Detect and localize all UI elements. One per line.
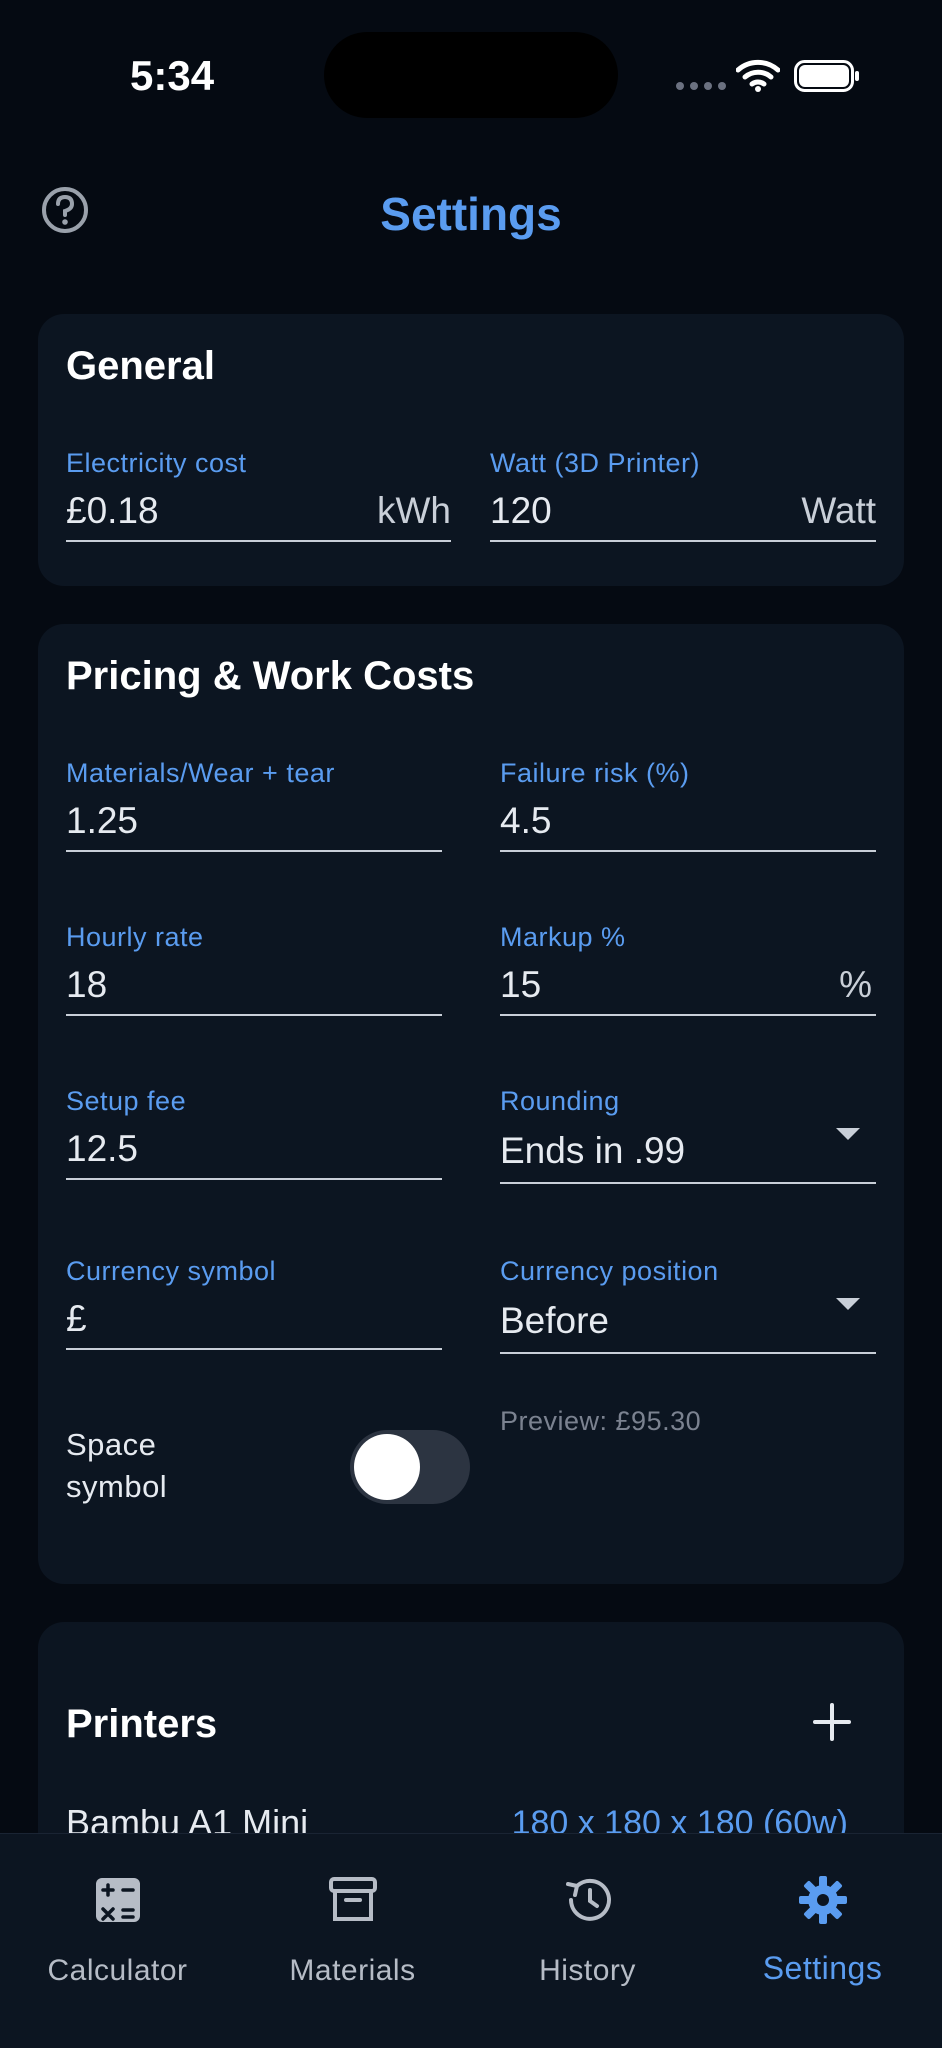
materials-label: Materials/Wear + tear	[66, 758, 335, 788]
hourly-rate-value: 18	[66, 964, 108, 1005]
header: Settings	[0, 175, 942, 245]
markup-suffix: %	[839, 964, 872, 1005]
setup-fee-field[interactable]: Setup fee 12.5	[66, 1086, 442, 1180]
materials-field[interactable]: Materials/Wear + tear 1.25	[66, 758, 442, 852]
chevron-down-icon	[836, 1128, 860, 1140]
watt-label: Watt (3D Printer)	[490, 448, 701, 478]
space-symbol-label-line2: symbol	[66, 1469, 168, 1504]
tab-history[interactable]: History	[470, 1854, 705, 1994]
cellular-signal-icon	[676, 82, 726, 90]
battery-icon	[794, 60, 859, 92]
space-symbol-toggle[interactable]	[350, 1430, 470, 1504]
watt-value: 120	[490, 490, 552, 531]
currency-symbol-label: Currency symbol	[66, 1256, 277, 1286]
archive-icon	[328, 1877, 377, 1921]
electricity-cost-value: £0.18	[66, 490, 159, 531]
space-symbol-label: Space symbol	[66, 1424, 167, 1508]
markup-label: Markup %	[500, 922, 626, 952]
tab-settings-label: Settings	[762, 1950, 883, 1986]
rounding-label: Rounding	[500, 1086, 620, 1116]
tab-bar: Calculator Materials History Settings	[0, 1833, 942, 2048]
status-time: 5:34	[130, 52, 215, 99]
failure-risk-value: 4.5	[500, 800, 552, 841]
electricity-cost-label: Electricity cost	[66, 448, 247, 478]
calculator-icon	[95, 1878, 140, 1922]
electricity-cost-field[interactable]: Electricity cost £0.18 kWh	[66, 448, 451, 542]
wifi-icon	[736, 59, 780, 92]
tab-settings[interactable]: Settings	[705, 1854, 940, 1994]
currency-position-label: Currency position	[500, 1256, 719, 1286]
currency-position-select[interactable]: Currency position Before	[500, 1256, 876, 1354]
printers-title: Printers	[66, 1702, 218, 1746]
materials-value: 1.25	[66, 800, 139, 841]
hourly-rate-field[interactable]: Hourly rate 18	[66, 922, 442, 1016]
add-printer-icon[interactable]	[812, 1702, 852, 1742]
page-title: Settings	[380, 188, 562, 240]
chevron-down-icon	[836, 1298, 860, 1310]
watt-field[interactable]: Watt (3D Printer) 120 Watt	[490, 448, 876, 542]
setup-fee-label: Setup fee	[66, 1086, 187, 1116]
general-title: General	[66, 344, 215, 388]
tab-materials-label: Materials	[289, 1954, 416, 1987]
currency-position-value: Before	[500, 1300, 610, 1341]
markup-value: 15	[500, 964, 542, 1005]
markup-field[interactable]: Markup % 15 %	[500, 922, 876, 1016]
rounding-select[interactable]: Rounding Ends in .99	[500, 1086, 876, 1184]
toggle-knob	[354, 1434, 420, 1500]
dynamic-island	[324, 32, 618, 118]
tab-calculator-label: Calculator	[47, 1954, 188, 1987]
tab-materials[interactable]: Materials	[235, 1854, 470, 1994]
rounding-value: Ends in .99	[500, 1130, 686, 1171]
tab-calculator[interactable]: Calculator	[0, 1854, 235, 1994]
pricing-card: Pricing & Work Costs Materials/Wear + te…	[38, 624, 904, 1584]
general-card: General Electricity cost £0.18 kWh Watt …	[38, 314, 904, 586]
gear-icon	[798, 1876, 847, 1924]
pricing-title: Pricing & Work Costs	[66, 654, 475, 698]
status-bar: 5:34	[0, 0, 942, 150]
currency-preview: Preview: £95.30	[500, 1406, 702, 1436]
tab-history-label: History	[539, 1954, 636, 1987]
failure-risk-field[interactable]: Failure risk (%) 4.5	[500, 758, 876, 852]
history-icon	[565, 1878, 611, 1921]
electricity-cost-suffix: kWh	[377, 490, 451, 531]
failure-risk-label: Failure risk (%)	[500, 758, 690, 788]
currency-symbol-field[interactable]: Currency symbol £	[66, 1256, 442, 1350]
setup-fee-value: 12.5	[66, 1128, 139, 1169]
watt-suffix: Watt	[801, 490, 876, 531]
space-symbol-label-line1: Space	[66, 1427, 157, 1462]
currency-symbol-value: £	[66, 1298, 87, 1339]
hourly-rate-label: Hourly rate	[66, 922, 204, 952]
